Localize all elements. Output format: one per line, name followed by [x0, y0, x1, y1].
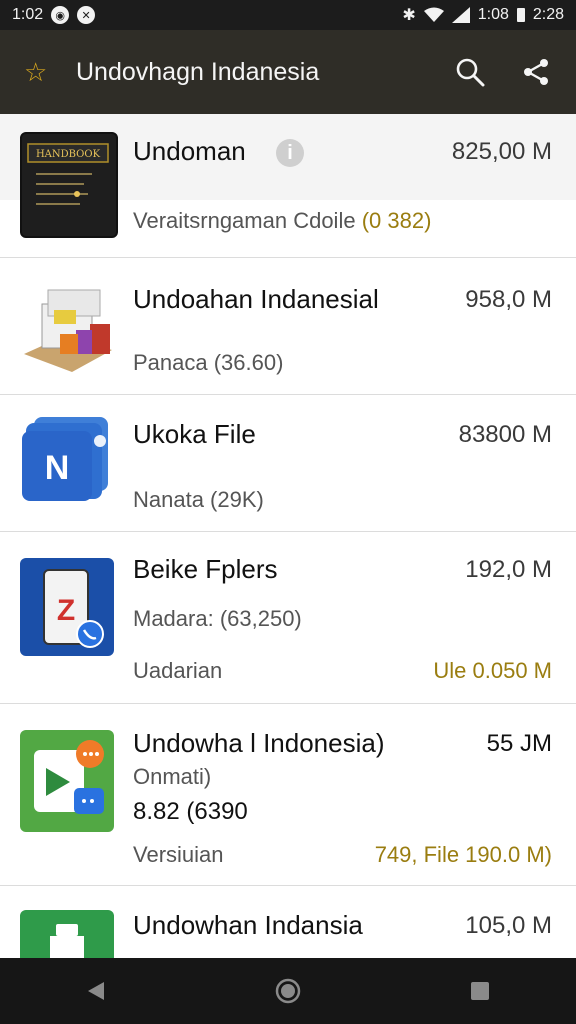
list-item[interactable]: Undowha l Indonesia) 55 JM Onmati) 8.82 …: [0, 704, 576, 886]
search-button[interactable]: [450, 52, 490, 92]
info-icon[interactable]: i: [276, 139, 304, 167]
green-app-icon: [20, 910, 114, 958]
item-footer-right: Ule 0.050 M: [433, 658, 552, 683]
package-icon: [20, 274, 114, 378]
app-title: Undovhagn Indanesia: [76, 57, 320, 86]
status-text-2: 2:28: [532, 6, 564, 23]
back-icon: [88, 982, 104, 1000]
item-size: 825,00 M: [451, 138, 552, 165]
navigation-bar: [0, 958, 576, 1024]
item-size: 55 JM: [486, 730, 552, 757]
back-button[interactable]: [66, 966, 126, 1016]
item-subtitle: Nanata (29K): [133, 487, 264, 512]
share-button[interactable]: [516, 52, 556, 92]
list-item[interactable]: Undoahan Indanesial 958,0 M Panaca (36.6…: [0, 258, 576, 395]
status-time: 1:02: [12, 6, 44, 23]
home-icon: [275, 978, 301, 1004]
list-item[interactable]: Z Beike Fplers 192,0 M Madara: (63,250) …: [0, 532, 576, 704]
battery-icon: [516, 8, 525, 22]
item-line3: 8.82 (6390: [133, 798, 248, 825]
item-size: 958,0 M: [465, 286, 552, 313]
item-subtitle: Madara: (63,250): [133, 606, 302, 631]
app-bar: ☆ Undovhagn Indanesia: [0, 30, 576, 114]
book-icon: HANDBOOK: [20, 132, 118, 238]
item-name: Undowha l Indonesia): [133, 728, 385, 758]
share-icon: [524, 59, 548, 85]
status-bar: 1:02 ◉ ✕ ✱ 1:08 2:28: [0, 0, 576, 30]
item-name: Undoahan Indanesial: [133, 284, 379, 314]
file-app-icon: N: [20, 413, 114, 509]
item-name: Undoman: [133, 136, 246, 166]
status-text-1: 1:08: [477, 6, 509, 23]
item-footer-left: Versiuian: [133, 842, 224, 867]
notification-icon: ◉: [51, 6, 70, 24]
item-line2: Onmati): [133, 764, 212, 789]
item-subtitle: Veraitsrngaman Cdoile (0 382): [133, 208, 431, 234]
item-name: Undowhan Indansia: [133, 910, 363, 940]
signal-icon: [451, 7, 470, 23]
recents-button[interactable]: [450, 966, 510, 1016]
svg-text:N: N: [45, 449, 70, 487]
item-subtitle: Panaca (36.60): [133, 350, 284, 375]
messenger-app-icon: [20, 730, 114, 832]
item-footer-right: 749, File 190.0 M): [374, 842, 552, 867]
item-name: Beike Fplers: [133, 554, 278, 584]
search-icon: [456, 58, 485, 87]
file-list[interactable]: HANDBOOK Undoman i 825,00 M Veraitsrngam…: [0, 114, 576, 958]
item-size: 105,0 M: [465, 912, 552, 939]
list-item[interactable]: Undowhan Indansia 105,0 M: [0, 886, 576, 958]
item-footer-left: Uadarian: [133, 658, 223, 683]
item-subtitle-count: (0 382): [361, 208, 432, 233]
item-name: Ukoka File: [133, 419, 256, 449]
item-subtitle-text: Veraitsrngaman Cdoile: [133, 208, 356, 233]
phone-app-icon: Z: [20, 558, 114, 656]
wifi-icon: [423, 7, 444, 22]
recents-icon: [471, 982, 489, 1000]
list-item[interactable]: N Ukoka File 83800 M Nanata (29K): [0, 395, 576, 532]
bluetooth-icon: ✱: [402, 7, 416, 24]
item-size: 83800 M: [458, 421, 552, 448]
svg-text:HANDBOOK: HANDBOOK: [36, 149, 101, 160]
star-icon[interactable]: ☆: [24, 57, 64, 88]
notification-icon-2: ✕: [77, 6, 96, 24]
home-button[interactable]: [258, 966, 318, 1016]
list-item[interactable]: HANDBOOK Undoman i 825,00 M Veraitsrngam…: [0, 114, 576, 258]
svg-text:Z: Z: [57, 594, 75, 627]
item-size: 192,0 M: [465, 556, 552, 583]
